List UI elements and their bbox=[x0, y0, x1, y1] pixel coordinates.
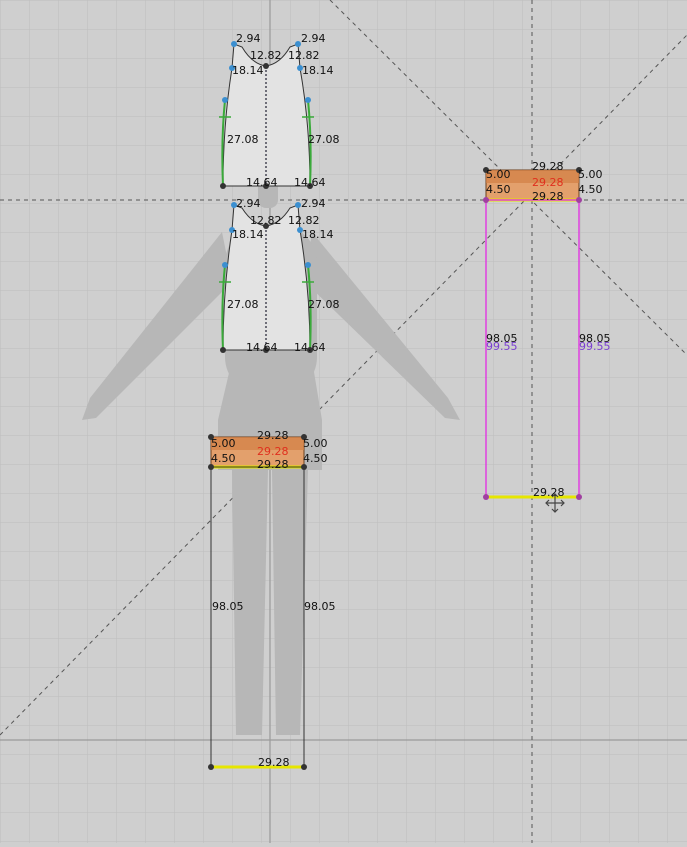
measure-label: 5.00 bbox=[486, 168, 511, 181]
grid bbox=[0, 0, 687, 843]
measure-label: 27.08 bbox=[308, 133, 340, 146]
measure-label: 12.82 bbox=[288, 49, 320, 62]
measure-label: 29.28 bbox=[257, 429, 289, 442]
front-bodice-point[interactable] bbox=[220, 183, 226, 189]
measure-label: 4.50 bbox=[486, 183, 511, 196]
front-bodice-point[interactable] bbox=[305, 97, 311, 103]
measure-label: 29.28 bbox=[533, 486, 565, 499]
skirt-right-point[interactable] bbox=[576, 197, 582, 203]
measure-label: 27.08 bbox=[227, 133, 259, 146]
measure-label: 12.82 bbox=[288, 214, 320, 227]
pattern-canvas[interactable]: 2.94 2.94 12.82 12.82 18.14 18.14 27.08 … bbox=[0, 0, 687, 843]
measure-label: 18.14 bbox=[232, 228, 264, 241]
back-bodice-point[interactable] bbox=[222, 262, 228, 268]
skirt-right-point[interactable] bbox=[483, 197, 489, 203]
measure-label: 29.28 bbox=[532, 190, 564, 203]
back-bodice-point[interactable] bbox=[305, 262, 311, 268]
measure-label: 29.28 bbox=[532, 176, 564, 189]
measure-label: 99.55 bbox=[486, 340, 518, 353]
skirt-left-point[interactable] bbox=[301, 764, 307, 770]
front-bodice-point[interactable] bbox=[263, 63, 269, 69]
back-bodice-point[interactable] bbox=[220, 347, 226, 353]
measure-label: 98.05 bbox=[212, 600, 244, 613]
measure-label: 18.14 bbox=[302, 228, 334, 241]
skirt-right-point[interactable] bbox=[483, 494, 489, 500]
measure-label: 29.28 bbox=[258, 756, 290, 769]
measure-label: 5.00 bbox=[211, 437, 236, 450]
measure-label: 12.82 bbox=[250, 49, 282, 62]
skirt-left-point[interactable] bbox=[208, 764, 214, 770]
measure-label: 27.08 bbox=[227, 298, 259, 311]
measure-label: 99.55 bbox=[579, 340, 611, 353]
measure-label: 4.50 bbox=[303, 452, 328, 465]
measure-label: 5.00 bbox=[303, 437, 328, 450]
measure-label: 4.50 bbox=[211, 452, 236, 465]
measure-label: 14.64 bbox=[294, 341, 326, 354]
skirt-right-point[interactable] bbox=[576, 494, 582, 500]
measure-label: 29.28 bbox=[532, 160, 564, 173]
measure-label: 2.94 bbox=[236, 197, 261, 210]
measure-label: 29.28 bbox=[257, 458, 289, 471]
measure-label: 2.94 bbox=[301, 197, 326, 210]
measure-label: 14.64 bbox=[246, 176, 278, 189]
measure-label: 14.64 bbox=[246, 341, 278, 354]
measure-label: 2.94 bbox=[301, 32, 326, 45]
pattern-canvas-svg[interactable]: 2.94 2.94 12.82 12.82 18.14 18.14 27.08 … bbox=[0, 0, 687, 843]
measure-label: 5.00 bbox=[578, 168, 603, 181]
measure-label: 98.05 bbox=[304, 600, 336, 613]
measure-label: 27.08 bbox=[308, 298, 340, 311]
measure-label: 29.28 bbox=[257, 445, 289, 458]
measure-label: 4.50 bbox=[578, 183, 603, 196]
measure-label: 14.64 bbox=[294, 176, 326, 189]
measure-label: 2.94 bbox=[236, 32, 261, 45]
front-bodice-point[interactable] bbox=[222, 97, 228, 103]
measure-label: 18.14 bbox=[232, 64, 264, 77]
measure-label: 12.82 bbox=[250, 214, 282, 227]
measure-label: 18.14 bbox=[302, 64, 334, 77]
